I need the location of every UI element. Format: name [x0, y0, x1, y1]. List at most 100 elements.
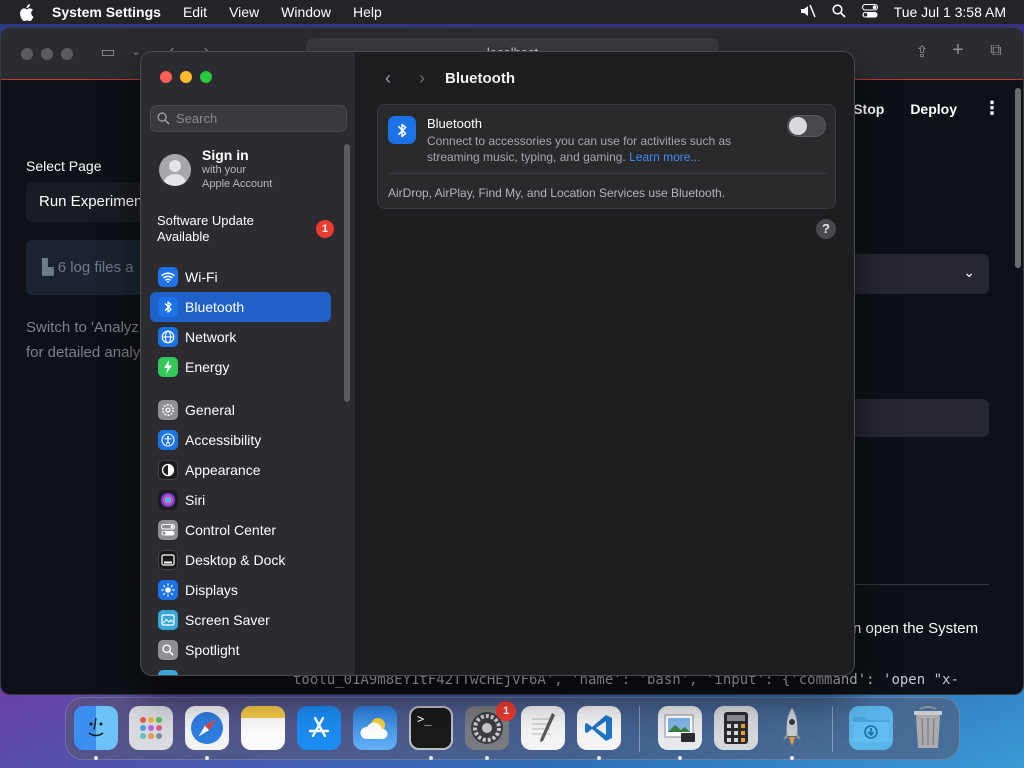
avatar [159, 154, 191, 186]
settings-content: ‹ › Bluetooth Bluetooth Connect to acces… [357, 52, 854, 675]
search-input[interactable] [176, 111, 336, 126]
page-title: Bluetooth [445, 69, 515, 87]
dock-system-settings[interactable]: 1 [465, 701, 516, 750]
dock-preview[interactable] [658, 706, 702, 750]
sidebar-item-general[interactable]: General [150, 395, 331, 425]
update-line-1: Software Update [157, 213, 254, 228]
sidebar-item-label: Energy [185, 359, 230, 375]
menu-help[interactable]: Help [353, 4, 382, 20]
bluetooth-icon [158, 297, 178, 317]
sidebar-item-label: Siri [185, 492, 206, 508]
dock-trash[interactable] [906, 706, 950, 750]
browser-window-controls[interactable] [21, 47, 73, 60]
content-header: ‹ › Bluetooth [377, 66, 515, 90]
dock-separator [639, 706, 640, 752]
bluetooth-toggle[interactable] [787, 115, 826, 137]
dock-running-indicator [94, 756, 98, 760]
app-name-menu[interactable]: System Settings [52, 4, 161, 20]
sidebar-item-wifi[interactable]: Wi-Fi [150, 262, 331, 292]
dock-calculator[interactable] [714, 706, 758, 750]
trash-icon [914, 706, 942, 748]
help-button[interactable]: ? [816, 219, 836, 239]
signin-line-2: Apple Account [202, 178, 273, 190]
file-icon: ▙ [42, 259, 54, 276]
control-center-icon[interactable] [861, 3, 878, 21]
sidebar-item-control-center[interactable]: Control Center [150, 515, 331, 545]
apple-account-signin[interactable]: Sign in with your Apple Account [159, 147, 272, 191]
share-icon[interactable]: ⇪ [911, 42, 933, 64]
mute-icon[interactable] [800, 4, 816, 21]
sidebar-item-label: Accessibility [185, 432, 262, 448]
settings-sidebar: Sign in with your Apple Account Software… [141, 52, 356, 675]
minimize-button[interactable] [180, 71, 192, 83]
dock-notes[interactable] [241, 706, 285, 750]
forward-icon[interactable]: › [411, 68, 433, 89]
menu-window[interactable]: Window [281, 4, 331, 20]
log-files-text: 6 log files a [57, 259, 134, 276]
more-menu-icon[interactable]: ⋮ [983, 98, 1001, 119]
wallpaper-icon [158, 670, 178, 675]
vscode-icon [585, 715, 612, 741]
apple-menu-icon[interactable] [0, 3, 52, 21]
sidebar-item-spotlight[interactable]: Spotlight [150, 635, 331, 665]
dock-separator [832, 706, 833, 752]
divider [841, 584, 989, 585]
sidebar-item-appearance[interactable]: Appearance [150, 455, 331, 485]
sidebar-scrollbar[interactable] [344, 144, 350, 402]
zoom-button[interactable] [200, 71, 212, 83]
browser-scrollbar[interactable] [1015, 88, 1021, 268]
new-tab-icon[interactable]: + [947, 39, 969, 61]
sidebar-item-displays[interactable]: Displays [150, 575, 331, 605]
software-update-item[interactable]: Software Update Available 1 [157, 213, 342, 245]
stop-button[interactable]: Stop [853, 101, 884, 117]
close-button[interactable] [160, 71, 172, 83]
sidebar-item-energy[interactable]: Energy [150, 352, 331, 382]
downloads-folder-icon [853, 717, 889, 742]
sidebar-item-label: Wi-Fi [185, 269, 218, 285]
dock-running-indicator [790, 756, 794, 760]
dock: >_ 1 [65, 697, 960, 760]
dock-rocket[interactable] [770, 706, 814, 750]
sidebar-item-label: Screen Saver [185, 612, 270, 628]
search-field[interactable] [150, 105, 347, 132]
update-badge: 1 [316, 220, 334, 238]
menu-view[interactable]: View [229, 4, 259, 20]
dock-running-indicator [597, 756, 601, 760]
learn-more-link[interactable]: Learn more... [629, 150, 700, 164]
sidebar-item-network[interactable]: Network [150, 322, 331, 352]
dock-weather[interactable] [353, 706, 397, 750]
deploy-button[interactable]: Deploy [910, 101, 957, 117]
sidebar-item-desktop-dock[interactable]: Desktop & Dock [150, 545, 331, 575]
main-dropdown[interactable]: ⌄ [841, 254, 989, 294]
screen-saver-icon [158, 610, 178, 630]
menu-edit[interactable]: Edit [183, 4, 207, 20]
dock-finder[interactable] [74, 706, 118, 750]
dock-vscode[interactable] [577, 706, 621, 750]
sidebar-item-siri[interactable]: Siri [150, 485, 331, 515]
search-icon[interactable] [832, 3, 846, 21]
terminal-prompt-icon: >_ [417, 712, 432, 726]
sidebar-item-bluetooth[interactable]: Bluetooth [150, 292, 331, 322]
dock-launchpad[interactable] [129, 706, 173, 750]
spotlight-icon [158, 640, 178, 660]
desktop-dock-icon [158, 550, 178, 570]
tab-overview-icon[interactable]: ⧉ [985, 42, 1007, 64]
weather-cloud-icon [360, 718, 388, 739]
sidebar-item-label: Spotlight [185, 642, 240, 658]
sidebar-item-wallpaper-partial[interactable] [150, 665, 331, 675]
dock-app-store[interactable] [297, 706, 341, 750]
sidebar-toggle-icon[interactable]: ▭ [97, 42, 119, 64]
launchpad-icon [140, 717, 162, 739]
sidebar-item-screen-saver[interactable]: Screen Saver [150, 605, 331, 635]
sidebar-item-accessibility[interactable]: Accessibility [150, 425, 331, 455]
dock-textedit[interactable] [521, 706, 565, 750]
dock-terminal[interactable]: >_ [409, 706, 453, 750]
bluetooth-title: Bluetooth [427, 116, 482, 131]
dock-safari[interactable] [185, 706, 229, 750]
sidebar-item-label: Control Center [185, 522, 277, 538]
safari-compass-icon [191, 712, 223, 744]
main-input-bar[interactable] [841, 399, 989, 437]
dock-downloads[interactable] [849, 706, 893, 750]
menubar-datetime[interactable]: Tue Jul 1 3:58 AM [894, 4, 1006, 20]
back-icon[interactable]: ‹ [377, 68, 399, 89]
